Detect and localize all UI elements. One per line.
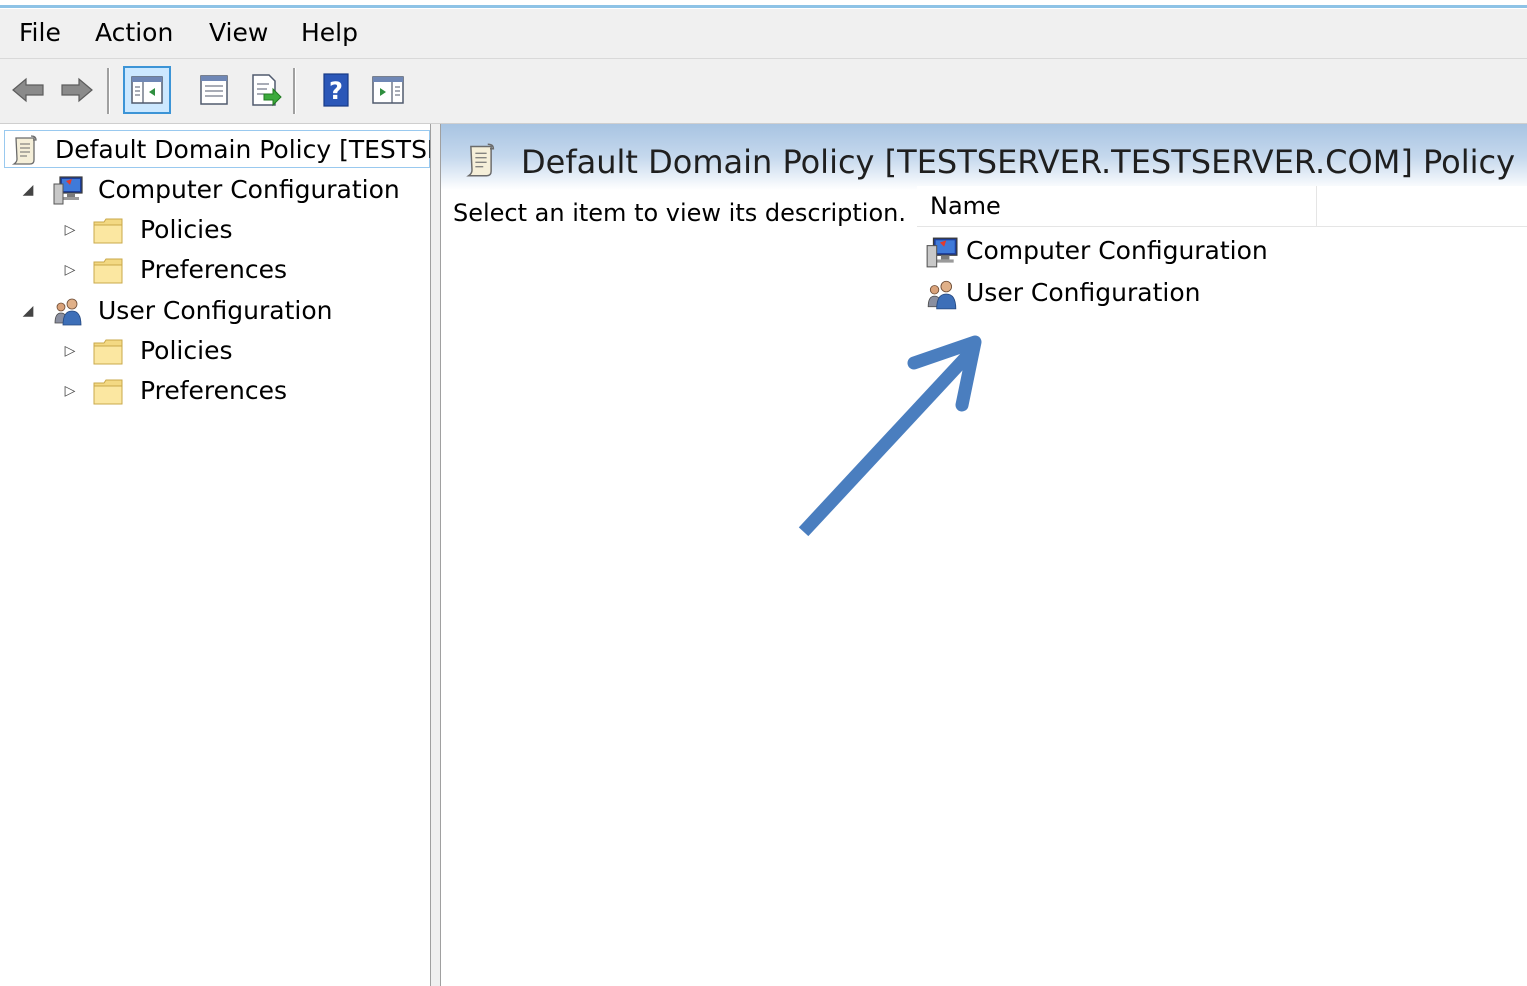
tree-item-default-domain-policy[interactable]: Default Domain Policy [TESTSERVER.TESTSE… bbox=[4, 130, 430, 168]
tree-item-label: Default Domain Policy [TESTSERVER.TESTSE… bbox=[55, 135, 430, 164]
forward-arrow-icon bbox=[61, 77, 93, 103]
tree-item-label: Preferences bbox=[140, 255, 288, 284]
expand-arrow-icon[interactable]: ▷ bbox=[60, 340, 80, 362]
content-header: Default Domain Policy [TESTSERVER.TESTSE… bbox=[441, 124, 1527, 190]
properties-icon bbox=[200, 75, 228, 105]
tree-item-user-configuration[interactable]: ◢ User Configuration bbox=[0, 292, 430, 330]
properties-button[interactable] bbox=[190, 66, 238, 114]
expand-arrow-icon[interactable]: ▷ bbox=[60, 259, 80, 281]
menu-action[interactable]: Action bbox=[95, 18, 173, 48]
tree-item-label: Policies bbox=[140, 215, 233, 244]
description-text: Select an item to view its description. bbox=[453, 199, 906, 227]
list-item-label: Computer Configuration bbox=[966, 236, 1268, 265]
folder-icon bbox=[93, 258, 123, 284]
tree-item-label: User Configuration bbox=[98, 296, 333, 325]
tree-item-label: Computer Configuration bbox=[98, 175, 400, 204]
list-item-computer-configuration[interactable]: Computer Configuration bbox=[925, 231, 1425, 271]
collapse-arrow-icon[interactable]: ◢ bbox=[18, 179, 38, 201]
tree-item-user-preferences[interactable]: ▷ Preferences bbox=[0, 372, 430, 410]
policy-scroll-icon bbox=[11, 135, 37, 165]
svg-text:?: ? bbox=[329, 77, 343, 105]
users-icon bbox=[54, 298, 82, 326]
menu-bar: File Action View Help bbox=[0, 9, 1527, 59]
toolbar-separator bbox=[293, 68, 296, 114]
export-list-icon bbox=[252, 74, 282, 107]
folder-icon bbox=[93, 218, 123, 244]
page-title: Default Domain Policy [TESTSERVER.TESTSE… bbox=[521, 143, 1516, 181]
window-top-border bbox=[0, 0, 1527, 9]
expand-arrow-icon[interactable]: ▷ bbox=[60, 219, 80, 241]
export-list-button[interactable] bbox=[241, 66, 289, 114]
tree-item-computer-policies[interactable]: ▷ Policies bbox=[0, 211, 430, 249]
toolbar-separator bbox=[107, 68, 110, 114]
show-hide-console-tree-button[interactable] bbox=[123, 66, 171, 114]
column-header-name[interactable]: Name bbox=[917, 186, 1317, 226]
list-item-user-configuration[interactable]: User Configuration bbox=[925, 273, 1425, 313]
back-button[interactable] bbox=[4, 66, 52, 114]
expand-arrow-icon[interactable]: ▷ bbox=[60, 380, 80, 402]
show-hide-action-pane-icon bbox=[372, 76, 404, 104]
tree-item-computer-preferences[interactable]: ▷ Preferences bbox=[0, 251, 430, 289]
help-icon: ? bbox=[323, 73, 349, 107]
collapse-arrow-icon[interactable]: ◢ bbox=[18, 300, 38, 322]
show-hide-console-tree-icon bbox=[131, 76, 163, 104]
tree-item-user-policies[interactable]: ▷ Policies bbox=[0, 332, 430, 370]
help-button[interactable]: ? bbox=[312, 66, 360, 114]
show-hide-action-pane-button[interactable] bbox=[364, 66, 412, 114]
tree-item-computer-configuration[interactable]: ◢ Computer Configuration bbox=[0, 171, 430, 209]
users-icon bbox=[927, 280, 957, 310]
console-tree: Default Domain Policy [TESTSERVER.TESTSE… bbox=[0, 124, 430, 986]
menu-view[interactable]: View bbox=[209, 18, 268, 48]
forward-button[interactable] bbox=[53, 66, 101, 114]
back-arrow-icon bbox=[12, 77, 44, 103]
folder-icon bbox=[93, 339, 123, 365]
list-header: Name bbox=[917, 186, 1527, 227]
list-item-label: User Configuration bbox=[966, 278, 1201, 307]
policy-scroll-icon bbox=[466, 143, 495, 177]
menu-help[interactable]: Help bbox=[301, 18, 358, 48]
computer-icon bbox=[926, 237, 958, 268]
tree-item-label: Preferences bbox=[140, 376, 288, 405]
tree-item-label: Policies bbox=[140, 336, 233, 365]
menu-file[interactable]: File bbox=[19, 18, 61, 48]
toolbar: ? bbox=[0, 59, 1527, 124]
folder-icon bbox=[93, 379, 123, 405]
computer-icon bbox=[53, 176, 83, 205]
content-pane: Default Domain Policy [TESTSERVER.TESTSE… bbox=[441, 124, 1527, 986]
pane-splitter[interactable] bbox=[430, 124, 441, 986]
